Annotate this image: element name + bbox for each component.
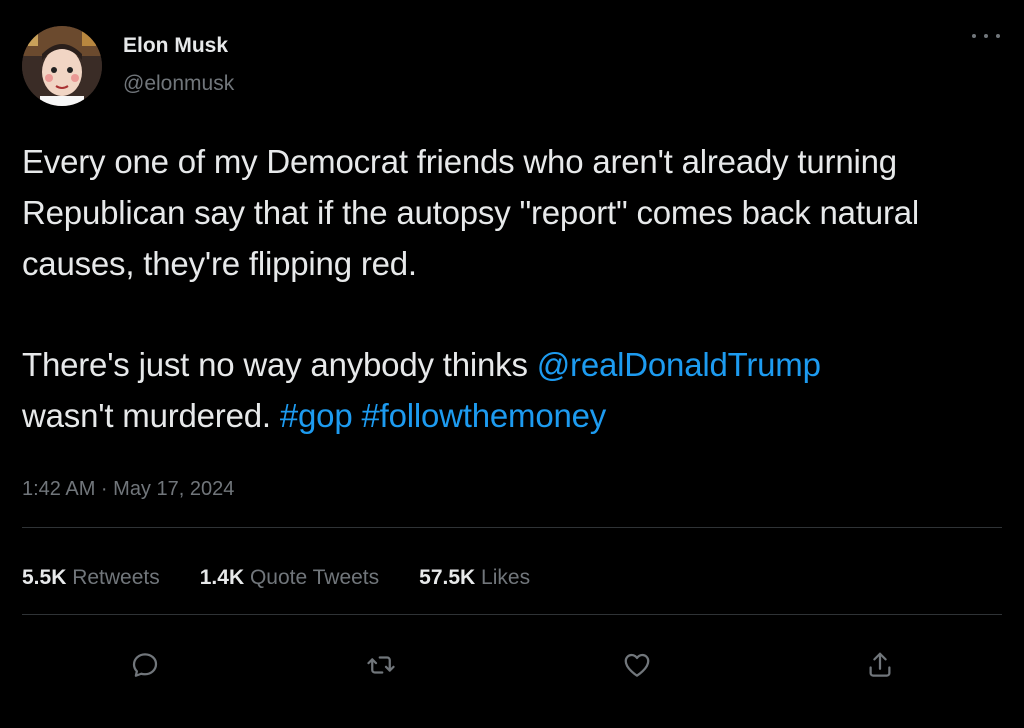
mention-link[interactable]: @realDonaldTrump [537, 346, 821, 383]
cartoon-portrait-icon [22, 26, 102, 106]
like-button[interactable] [612, 640, 662, 690]
hashtag-link-followthemoney[interactable]: #followthemoney [361, 397, 606, 434]
quote-tweets-label: Quote Tweets [249, 566, 380, 589]
more-dot [972, 34, 976, 38]
hashtag-link-gop[interactable]: #gop [280, 397, 353, 434]
tweet-card: Elon Musk @elonmusk Every one of my Demo… [0, 0, 1024, 728]
likes-label: Likes [481, 566, 531, 589]
divider [22, 614, 1002, 615]
more-options-icon[interactable] [972, 26, 1000, 46]
quote-tweets-stat[interactable]: 1.4K Quote Tweets [200, 565, 379, 591]
tweet-text-segment: wasn't murdered. [22, 397, 280, 434]
avatar[interactable] [22, 26, 102, 106]
retweets-stat[interactable]: 5.5K Retweets [22, 565, 160, 591]
tweet-paragraph-1: Every one of my Democrat friends who are… [22, 143, 920, 282]
tweet-text: Every one of my Democrat friends who are… [22, 136, 1012, 441]
share-button[interactable] [855, 640, 905, 690]
divider [22, 527, 1002, 528]
heart-icon [624, 653, 650, 677]
quote-tweets-count: 1.4K [199, 566, 245, 589]
retweet-icon [367, 656, 395, 674]
likes-stat[interactable]: 57.5K Likes [419, 565, 530, 591]
retweets-label: Retweets [72, 566, 160, 589]
reply-button[interactable] [120, 640, 170, 690]
retweets-count: 5.5K [22, 566, 67, 589]
author-block: Elon Musk @elonmusk [123, 33, 234, 97]
more-dot [996, 34, 1000, 38]
reply-icon [132, 653, 158, 677]
handle[interactable]: @elonmusk [123, 71, 234, 97]
tweet-paragraph-2: There's just no way anybody thinks @real… [22, 339, 1012, 441]
timestamp[interactable]: 1:42 AM · May 17, 2024 [22, 476, 234, 502]
retweet-button[interactable] [356, 640, 406, 690]
likes-count: 57.5K [419, 566, 476, 589]
tweet-text-segment: There's just no way anybody thinks [22, 346, 537, 383]
action-bar [0, 640, 1024, 690]
more-dot [984, 34, 988, 38]
display-name[interactable]: Elon Musk [123, 33, 234, 59]
engagement-stats: 5.5K Retweets 1.4K Quote Tweets 57.5K Li… [22, 565, 570, 591]
share-icon [869, 652, 891, 677]
